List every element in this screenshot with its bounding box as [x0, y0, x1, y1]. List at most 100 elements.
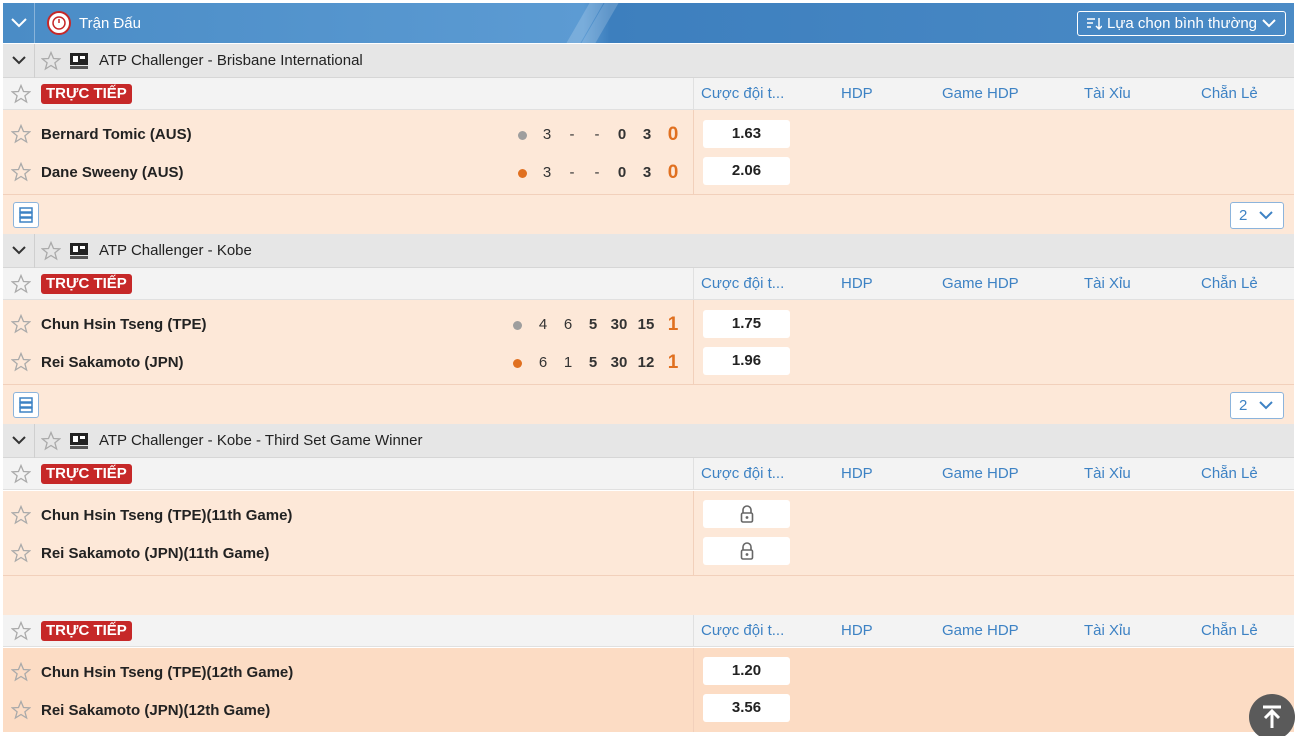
match: Chun Hsin Tseng (TPE)(11th Game) Rei Sak… — [3, 491, 1294, 575]
col-game-hdp[interactable]: Game HDP — [942, 465, 1019, 482]
game-points: 3 — [642, 126, 652, 143]
view-mode-select[interactable]: Lựa chọn bình thường — [1077, 11, 1286, 36]
favorite-star-icon[interactable] — [10, 504, 32, 530]
col-over-under[interactable]: Tài Xỉu — [1084, 622, 1131, 639]
set-score: - — [569, 126, 575, 143]
odds-button[interactable]: 1.20 — [703, 657, 790, 685]
set-score: 6 — [538, 354, 548, 371]
col-hdp[interactable]: HDP — [841, 622, 873, 639]
games-score: 0 — [617, 126, 627, 143]
team-row: Rei Sakamoto (JPN)(12th Game) — [3, 692, 693, 730]
match: Chun Hsin Tseng (TPE)(12th Game) Rei Sak… — [3, 648, 1294, 732]
favorite-star-icon[interactable] — [10, 123, 32, 149]
odds-button[interactable]: 1.75 — [703, 310, 790, 338]
league-header[interactable]: ATP Challenger - Brisbane International — [3, 43, 1294, 78]
league-header[interactable]: ATP Challenger - Kobe - Third Set Game W… — [3, 423, 1294, 458]
col-odd-even[interactable]: Chẵn Lẻ — [1201, 85, 1258, 102]
col-game-hdp[interactable]: Game HDP — [942, 275, 1019, 292]
atp-challenger-logo-icon — [69, 52, 89, 70]
favorite-star-icon[interactable] — [10, 661, 32, 687]
team-row: Chun Hsin Tseng (TPE) 4 6 5 30 15 1 — [3, 306, 693, 344]
sets-won: 0 — [667, 162, 679, 183]
col-odd-even[interactable]: Chẵn Lẻ — [1201, 275, 1258, 292]
collapse-league-button[interactable] — [3, 43, 35, 78]
col-game-hdp[interactable]: Game HDP — [942, 85, 1019, 102]
live-badge: TRỰC TIẾP — [41, 274, 132, 294]
odds-button[interactable]: 2.06 — [703, 157, 790, 185]
col-over-under[interactable]: Tài Xỉu — [1084, 85, 1131, 102]
chevron-down-icon — [11, 436, 26, 445]
col-moneyline[interactable]: Cược đội t... — [701, 465, 784, 482]
col-odd-even[interactable]: Chẵn Lẻ — [1201, 622, 1258, 639]
odds-button[interactable]: 3.56 — [703, 694, 790, 722]
favorite-star-icon[interactable] — [41, 240, 61, 261]
set-score: 1 — [563, 354, 573, 371]
stopwatch-icon — [47, 11, 71, 35]
stats-icon — [19, 397, 33, 413]
col-hdp[interactable]: HDP — [841, 85, 873, 102]
market-spacer — [3, 575, 1294, 615]
match: Chun Hsin Tseng (TPE) 4 6 5 30 15 1 Rei … — [3, 300, 1294, 384]
chevron-down-icon — [1259, 401, 1274, 410]
page-title: Trận Đấu — [79, 14, 141, 32]
serve-indicator — [518, 131, 527, 140]
odds-button[interactable]: 1.63 — [703, 120, 790, 148]
favorite-star-icon[interactable] — [10, 620, 32, 646]
set-score: - — [594, 126, 600, 143]
statistics-button[interactable] — [13, 202, 39, 228]
view-mode-label: Lựa chọn bình thường — [1107, 15, 1258, 32]
favorite-star-icon[interactable] — [10, 699, 32, 725]
league-name: ATP Challenger - Kobe - Third Set Game W… — [99, 432, 423, 449]
live-badge: TRỰC TIẾP — [41, 84, 132, 104]
league-header[interactable]: ATP Challenger - Kobe — [3, 233, 1294, 268]
odds-button[interactable]: 1.96 — [703, 347, 790, 375]
team-name: Bernard Tomic (AUS) — [41, 126, 192, 143]
collapse-all-button[interactable] — [3, 3, 35, 43]
set-score: 3 — [542, 164, 552, 181]
favorite-star-icon[interactable] — [10, 273, 32, 299]
set-score: 5 — [588, 316, 598, 333]
live-badge: TRỰC TIẾP — [41, 464, 132, 484]
league-name: ATP Challenger - Kobe — [99, 242, 252, 259]
league-name: ATP Challenger - Brisbane International — [99, 52, 363, 69]
favorite-star-icon[interactable] — [10, 542, 32, 568]
game-points: 15 — [637, 316, 655, 333]
collapse-league-button[interactable] — [3, 233, 35, 268]
col-hdp[interactable]: HDP — [841, 465, 873, 482]
market-header: TRỰC TIẾP Cược đội t... HDP Game HDP Tài… — [3, 458, 1294, 490]
favorite-star-icon[interactable] — [10, 83, 32, 109]
favorite-star-icon[interactable] — [10, 161, 32, 187]
team-row: Rei Sakamoto (JPN)(11th Game) — [3, 535, 693, 573]
match-footer: 2 — [3, 384, 1294, 424]
col-odd-even[interactable]: Chẵn Lẻ — [1201, 465, 1258, 482]
col-over-under[interactable]: Tài Xỉu — [1084, 465, 1131, 482]
favorite-star-icon[interactable] — [41, 430, 61, 451]
odds-button-locked — [703, 537, 790, 565]
more-markets-button[interactable]: 2 — [1230, 392, 1284, 419]
favorite-star-icon[interactable] — [10, 313, 32, 339]
col-game-hdp[interactable]: Game HDP — [942, 622, 1019, 639]
col-moneyline[interactable]: Cược đội t... — [701, 85, 784, 102]
team-name: Chun Hsin Tseng (TPE)(12th Game) — [41, 664, 294, 681]
chevron-down-icon — [11, 56, 26, 65]
scroll-to-top-button[interactable] — [1249, 694, 1295, 736]
chevron-down-icon — [1262, 19, 1276, 28]
atp-challenger-logo-icon — [69, 242, 89, 260]
statistics-button[interactable] — [13, 392, 39, 418]
lock-icon — [740, 505, 753, 523]
chevron-down-icon — [1259, 211, 1274, 220]
col-moneyline[interactable]: Cược đội t... — [701, 275, 784, 292]
more-markets-count: 2 — [1239, 397, 1248, 414]
collapse-league-button[interactable] — [3, 423, 35, 458]
market-header: TRỰC TIẾP Cược đội t... HDP Game HDP Tài… — [3, 78, 1294, 110]
more-markets-button[interactable]: 2 — [1230, 202, 1284, 229]
market-header: TRỰC TIẾP Cược đội t... HDP Game HDP Tài… — [3, 268, 1294, 300]
favorite-star-icon[interactable] — [10, 351, 32, 377]
col-moneyline[interactable]: Cược đội t... — [701, 622, 784, 639]
set-score: 3 — [542, 126, 552, 143]
game-points: 12 — [637, 354, 655, 371]
col-hdp[interactable]: HDP — [841, 275, 873, 292]
favorite-star-icon[interactable] — [41, 50, 61, 71]
col-over-under[interactable]: Tài Xỉu — [1084, 275, 1131, 292]
favorite-star-icon[interactable] — [10, 463, 32, 489]
